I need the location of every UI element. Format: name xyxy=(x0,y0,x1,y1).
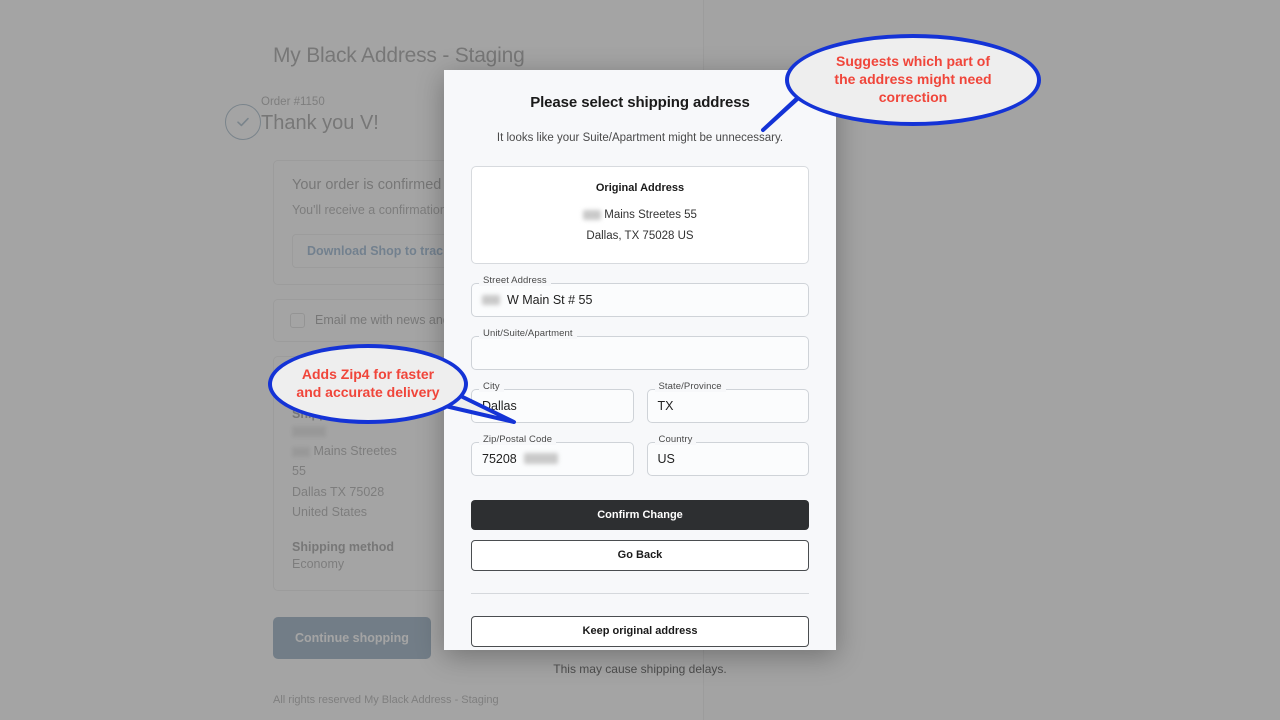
unit-suite-apartment-label: Unit/Suite/Apartment xyxy=(479,327,577,339)
original-address-line-2: Dallas, TX 75028 US xyxy=(586,229,694,242)
street-address-input[interactable]: W Main St # 55 xyxy=(471,282,809,317)
confirm-change-button[interactable]: Confirm Change xyxy=(471,499,809,530)
modal-divider xyxy=(471,592,809,594)
street-address-field[interactable]: Street Address W Main St # 55 xyxy=(471,274,809,317)
annotation-text-right: Suggests which part of the address might… xyxy=(834,53,992,105)
state-province-field[interactable]: State/Province TX xyxy=(646,380,809,423)
callout-bubble-left: Adds Zip4 for faster and accurate delive… xyxy=(268,344,468,424)
original-address-heading: Original Address xyxy=(595,182,685,194)
city-label: City xyxy=(479,380,504,392)
annotation-callout-left: Adds Zip4 for faster and accurate delive… xyxy=(268,344,516,424)
callout-bubble-right: Suggests which part of the address might… xyxy=(785,34,1041,126)
keep-original-address-button[interactable]: Keep original address xyxy=(471,615,809,647)
address-verification-modal: Please select shipping address It looks … xyxy=(444,70,836,676)
screenshot-root: My Black Address - Staging Order #1150 T… xyxy=(0,0,1280,720)
shipping-delay-note: This may cause shipping delays. xyxy=(553,661,727,676)
original-address-line-1: Mains Streetes 55 xyxy=(482,206,798,225)
annotation-text-left: Adds Zip4 for faster and accurate delive… xyxy=(296,366,440,400)
zip-postal-code-input[interactable]: 75208 xyxy=(471,441,634,476)
modal-subtitle: It looks like your Suite/Apartment might… xyxy=(496,132,784,144)
state-province-label: State/Province xyxy=(654,380,726,392)
original-address-box: Original Address Mains Streetes 55 Dalla… xyxy=(471,166,809,264)
state-province-input[interactable]: TX xyxy=(646,388,809,423)
country-input[interactable]: US xyxy=(646,441,809,476)
go-back-button[interactable]: Go Back xyxy=(471,539,809,571)
modal-title: Please select shipping address xyxy=(530,94,750,111)
country-label: Country xyxy=(654,433,697,445)
unit-suite-apartment-field[interactable]: Unit/Suite/Apartment xyxy=(471,327,809,370)
annotation-callout-right: Suggests which part of the address might… xyxy=(761,34,1041,132)
street-address-label: Street Address xyxy=(479,274,551,286)
zip-postal-code-label: Zip/Postal Code xyxy=(479,433,557,445)
country-field[interactable]: Country US xyxy=(646,433,809,476)
zip-postal-code-field[interactable]: Zip/Postal Code 75208 xyxy=(471,433,634,476)
unit-suite-apartment-input[interactable] xyxy=(471,335,809,370)
